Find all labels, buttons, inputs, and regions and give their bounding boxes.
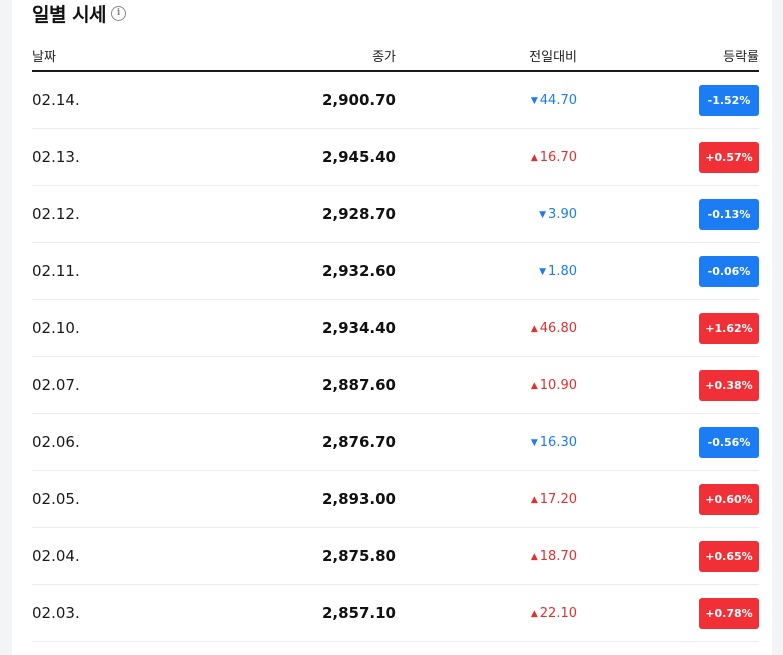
- row-date: 02.11.: [32, 262, 80, 280]
- page: 일별 시세 i 날짜 종가 전일대비 등락률 02.14. 2,900.70 ▼ 44…: [0, 0, 783, 655]
- row-close-price: 2,893.00: [321, 490, 396, 508]
- row-diff-value: 16.30: [539, 435, 577, 450]
- rate-badge: +0.65%: [699, 541, 759, 572]
- row-diff: ▲ 17.20: [531, 492, 577, 507]
- row-diff-value: 17.20: [539, 492, 577, 507]
- triangle-up-icon: ▲: [530, 153, 538, 163]
- row-diff-value: 1.80: [548, 264, 577, 279]
- row-close-price: 2,932.60: [321, 262, 396, 280]
- rate-badge: +0.78%: [699, 598, 759, 629]
- row-diff: ▼ 3.90: [539, 207, 577, 222]
- table-row: 02.14. 2,900.70 ▼ 44.70 -1.52%: [32, 72, 759, 129]
- row-close-price: 2,934.40: [321, 319, 396, 337]
- table-row: 02.05. 2,893.00 ▲ 17.20 +0.60%: [32, 471, 759, 528]
- row-close-price: 2,945.40: [321, 148, 396, 166]
- rate-badge: +0.60%: [699, 484, 759, 515]
- table-row: 02.07. 2,887.60 ▲ 10.90 +0.38%: [32, 357, 759, 414]
- row-close-price: 2,900.70: [321, 91, 396, 109]
- table-row: 02.04. 2,875.80 ▲ 18.70 +0.65%: [32, 528, 759, 585]
- row-diff: ▲ 16.70: [531, 150, 577, 165]
- row-diff: ▲ 18.70: [531, 549, 577, 564]
- left-gutter: [0, 0, 12, 655]
- row-diff-value: 10.90: [539, 378, 577, 393]
- rate-badge: -0.06%: [699, 256, 759, 287]
- row-date: 02.14.: [32, 91, 80, 109]
- info-circle-icon[interactable]: i: [111, 5, 127, 21]
- row-diff: ▼ 16.30: [531, 435, 577, 450]
- table-row: 02.03. 2,857.10 ▲ 22.10 +0.78%: [32, 585, 759, 642]
- row-diff-value: 46.80: [539, 321, 577, 336]
- table-row: 02.13. 2,945.40 ▲ 16.70 +0.57%: [32, 129, 759, 186]
- daily-price-table: 날짜 종가 전일대비 등락률 02.14. 2,900.70 ▼ 44.70 -1.52…: [32, 40, 759, 642]
- row-close-price: 2,928.70: [321, 205, 396, 223]
- row-diff-value: 22.10: [539, 606, 577, 621]
- table-header: 날짜 종가 전일대비 등락률: [32, 40, 759, 72]
- row-diff: ▼ 44.70: [531, 93, 577, 108]
- triangle-down-icon: ▼: [539, 210, 547, 220]
- row-date: 02.06.: [32, 433, 80, 451]
- row-diff-value: 44.70: [539, 93, 577, 108]
- row-close-price: 2,887.60: [321, 376, 396, 394]
- column-header-close: 종가: [372, 50, 396, 65]
- triangle-up-icon: ▲: [530, 609, 538, 619]
- row-date: 02.07.: [32, 376, 80, 394]
- column-header-date: 날짜: [32, 50, 56, 65]
- row-diff: ▲ 22.10: [531, 606, 577, 621]
- row-diff-value: 18.70: [539, 549, 577, 564]
- table-row: 02.11. 2,932.60 ▼ 1.80 -0.06%: [32, 243, 759, 300]
- row-date: 02.05.: [32, 490, 80, 508]
- rate-badge: +1.62%: [699, 313, 759, 344]
- triangle-up-icon: ▲: [530, 324, 538, 334]
- daily-price-panel: 일별 시세 i 날짜 종가 전일대비 등락률 02.14. 2,900.70 ▼ 44…: [12, 0, 772, 655]
- triangle-down-icon: ▼: [530, 438, 538, 448]
- row-date: 02.13.: [32, 148, 80, 166]
- triangle-up-icon: ▲: [530, 495, 538, 505]
- triangle-down-icon: ▼: [539, 267, 547, 277]
- column-header-diff: 전일대비: [529, 50, 577, 65]
- row-date: 02.12.: [32, 205, 80, 223]
- row-date: 02.10.: [32, 319, 80, 337]
- row-diff-value: 16.70: [539, 150, 577, 165]
- table-body: 02.14. 2,900.70 ▼ 44.70 -1.52% 02.13. 2,945.40…: [32, 72, 759, 642]
- triangle-up-icon: ▲: [530, 381, 538, 391]
- triangle-up-icon: ▲: [530, 552, 538, 562]
- rate-badge: -1.52%: [699, 85, 759, 116]
- rate-badge: +0.38%: [699, 370, 759, 401]
- triangle-down-icon: ▼: [530, 96, 538, 106]
- column-header-rate: 등락률: [723, 50, 759, 65]
- right-gutter: [772, 0, 783, 655]
- rate-badge: -0.56%: [699, 427, 759, 458]
- row-diff: ▲ 10.90: [531, 378, 577, 393]
- table-row: 02.10. 2,934.40 ▲ 46.80 +1.62%: [32, 300, 759, 357]
- row-diff-value: 3.90: [548, 207, 577, 222]
- row-close-price: 2,857.10: [321, 604, 396, 622]
- table-row: 02.12. 2,928.70 ▼ 3.90 -0.13%: [32, 186, 759, 243]
- page-title: 일별 시세: [32, 3, 107, 26]
- row-diff: ▼ 1.80: [539, 264, 577, 279]
- row-close-price: 2,876.70: [321, 433, 396, 451]
- row-diff: ▲ 46.80: [531, 321, 577, 336]
- row-date: 02.03.: [32, 604, 80, 622]
- rate-badge: -0.13%: [699, 199, 759, 230]
- title-row: 일별 시세 i: [32, 0, 127, 26]
- row-close-price: 2,875.80: [321, 547, 396, 565]
- table-row: 02.06. 2,876.70 ▼ 16.30 -0.56%: [32, 414, 759, 471]
- rate-badge: +0.57%: [699, 142, 759, 173]
- row-date: 02.04.: [32, 547, 80, 565]
